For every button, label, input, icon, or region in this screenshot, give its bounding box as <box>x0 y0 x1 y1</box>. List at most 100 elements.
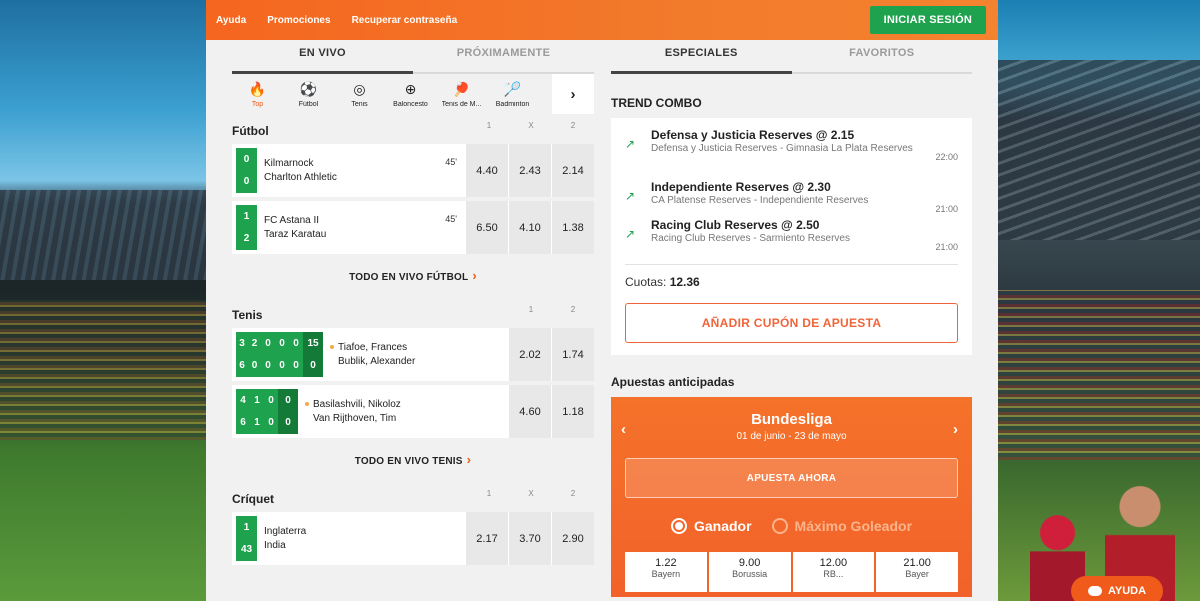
player-one: Basilashvili, Nikoloz <box>305 399 508 410</box>
score-home: 1 <box>243 521 250 533</box>
match-row[interactable]: 3 6 2 0 0 0 0 0 0 0 15 0 Tiafoe, Frances… <box>232 328 594 381</box>
odd-button[interactable]: 4.10 <box>509 201 551 254</box>
radio-winner[interactable]: Ganador <box>670 518 752 534</box>
section-title-football: Fútbol <box>232 124 269 138</box>
sport-label: Tenis <box>351 100 368 108</box>
score-away: 43 <box>240 544 253 556</box>
outright-odd-button[interactable]: 21.00 Bayer <box>876 552 958 592</box>
score-column: 15 0 <box>303 332 323 377</box>
login-button[interactable]: INICIAR SESIÓN <box>869 6 986 34</box>
player-name: Basilashvili, Nikoloz <box>313 399 401 410</box>
sport-item-tennis[interactable]: ◎ Tenis <box>334 74 385 114</box>
odd-team: RB... <box>823 569 844 579</box>
set-score: 0 <box>265 360 271 372</box>
sport-label: Baloncesto <box>393 100 428 108</box>
combo-time: 21:00 <box>935 204 958 214</box>
sport-label: Top <box>251 100 264 108</box>
sport-item-table-tennis[interactable]: 🏓 Tenis de M... <box>436 74 487 114</box>
help-link[interactable]: Ayuda <box>216 15 246 26</box>
match-row[interactable]: 1 2 FC Astana II Taraz Karatau 45' 6.50 … <box>232 201 594 254</box>
radio-top-scorer[interactable]: Máximo Goleador <box>771 518 913 534</box>
chevron-right-icon: › <box>472 268 477 283</box>
match-row[interactable]: 1 43 Inglaterra India 2.17 3.70 2.90 <box>232 512 594 565</box>
outright-odd-button[interactable]: 12.00 RB... <box>792 552 875 592</box>
add-coupon-button[interactable]: AÑADIR CUPÓN DE APUESTA <box>625 303 958 343</box>
radio-checked-icon <box>670 518 687 534</box>
combo-title: Racing Club Reserves @ 2.50 <box>651 218 820 232</box>
radio-label: Máximo Goleador <box>794 518 913 534</box>
combo-match: Defensa y Justicia Reserves - Gimnasia L… <box>651 143 913 154</box>
sport-item-football[interactable]: ⚽ Fútbol <box>283 74 334 114</box>
odd-button[interactable]: 4.60 <box>509 385 551 438</box>
see-all-tennis-link[interactable]: TODO EN VIVO TENIS › <box>232 452 594 482</box>
combo-item[interactable]: ↗ Defensa y Justicia Reserves @ 2.15 Def… <box>625 128 958 166</box>
chevron-right-icon[interactable]: › <box>953 421 958 438</box>
odd-button[interactable]: 2.43 <box>509 144 551 197</box>
odd-button[interactable]: 2.90 <box>552 512 594 565</box>
match-minute: 45' <box>445 214 457 224</box>
teams: Inglaterra India <box>257 512 465 565</box>
sport-item-badminton[interactable]: 🏸 Badminton <box>487 74 538 114</box>
sport-label: Badminton <box>495 100 530 108</box>
sport-label: Fútbol <box>298 100 319 108</box>
match-row[interactable]: 4 6 1 1 0 0 0 0 Basilashvili, Nikoloz Va… <box>232 385 594 438</box>
trend-combo-card: ↗ Defensa y Justicia Reserves @ 2.15 Def… <box>611 118 972 355</box>
game-score: 0 <box>285 417 291 429</box>
outright-odd-button[interactable]: 1.22 Bayern <box>625 552 707 592</box>
chevron-right-icon[interactable]: › <box>552 74 594 114</box>
odd-button[interactable]: 2.14 <box>552 144 594 197</box>
score-column: 1 2 <box>236 205 257 250</box>
tab-specials[interactable]: ESPECIALES <box>611 40 792 74</box>
odd-button[interactable]: 4.40 <box>466 144 508 197</box>
score-column: 0 0 <box>275 332 289 377</box>
see-all-label: TODO EN VIVO FÚTBOL <box>349 272 469 283</box>
help-chat-button[interactable]: AYUDA <box>1071 576 1163 601</box>
odd-button[interactable]: 1.74 <box>552 328 594 381</box>
odd-button[interactable]: 3.70 <box>509 512 551 565</box>
trend-up-icon: ↗ <box>625 137 636 151</box>
sport-item-basketball[interactable]: ⊕ Baloncesto <box>385 74 436 114</box>
league-dates: 01 de junio - 23 de mayo <box>736 431 847 442</box>
set-score: 2 <box>251 337 258 349</box>
set-score: 0 <box>293 360 299 372</box>
see-all-football-link[interactable]: TODO EN VIVO FÚTBOL › <box>232 268 594 298</box>
combo-item[interactable]: ↗ Racing Club Reserves @ 2.50 Racing Clu… <box>625 218 958 256</box>
promotions-link[interactable]: Promociones <box>267 15 330 26</box>
tab-favorites[interactable]: FAVORITOS <box>792 40 973 72</box>
score-column: 0 0 <box>264 389 278 434</box>
team-away: India <box>264 540 286 551</box>
odd-button[interactable]: 1.18 <box>552 385 594 438</box>
tab-live[interactable]: EN VIVO <box>232 40 413 74</box>
odd-button[interactable]: 6.50 <box>466 201 508 254</box>
set-score: 0 <box>265 337 271 349</box>
odd-button[interactable]: 2.17 <box>466 512 508 565</box>
outright-odd-button[interactable]: 9.00 Borussia <box>708 552 791 592</box>
odd-value: 1.22 <box>655 557 677 569</box>
tab-upcoming[interactable]: PRÓXIMAMENTE <box>413 40 594 72</box>
column-header: 1 <box>528 305 534 314</box>
score-box: 3 6 2 0 0 0 0 0 0 0 15 0 <box>236 332 323 377</box>
combo-text: Independiente Reserves @ 2.30 CA Platens… <box>651 180 958 218</box>
column-header: 2 <box>570 305 576 314</box>
outright-odds: 1.22 Bayern 9.00 Borussia 12.00 RB... 21… <box>625 552 958 592</box>
combo-item[interactable]: ↗ Independiente Reserves @ 2.30 CA Plate… <box>625 180 958 218</box>
chevron-left-icon[interactable]: ‹ <box>621 421 626 438</box>
odd-button[interactable]: 2.02 <box>509 328 551 381</box>
radio-unchecked-icon <box>771 518 788 534</box>
main-page: Ayuda Promociones Recuperar contraseña I… <box>206 0 998 601</box>
sport-item-top[interactable]: 🔥 Top <box>232 74 283 114</box>
score-box: 0 0 <box>236 148 257 193</box>
team-away: Taraz Karatau <box>264 229 327 240</box>
stadium-background-left <box>0 0 206 601</box>
match-row[interactable]: 0 0 Kilmarnock Charlton Athletic 45' 4.4… <box>232 144 594 197</box>
set-score: 1 <box>254 394 260 406</box>
score-column: 0 0 <box>278 389 298 434</box>
odd-value: 12.00 <box>819 557 848 569</box>
recover-password-link[interactable]: Recuperar contraseña <box>352 15 458 26</box>
early-bet-card: ‹ › Bundesliga 01 de junio - 23 de mayo … <box>611 397 972 597</box>
divider <box>625 264 958 265</box>
set-score: 0 <box>279 360 285 372</box>
odd-button[interactable]: 1.38 <box>552 201 594 254</box>
bet-now-button[interactable]: APUESTA AHORA <box>625 458 958 498</box>
basketball-icon: ⊕ <box>404 80 417 97</box>
